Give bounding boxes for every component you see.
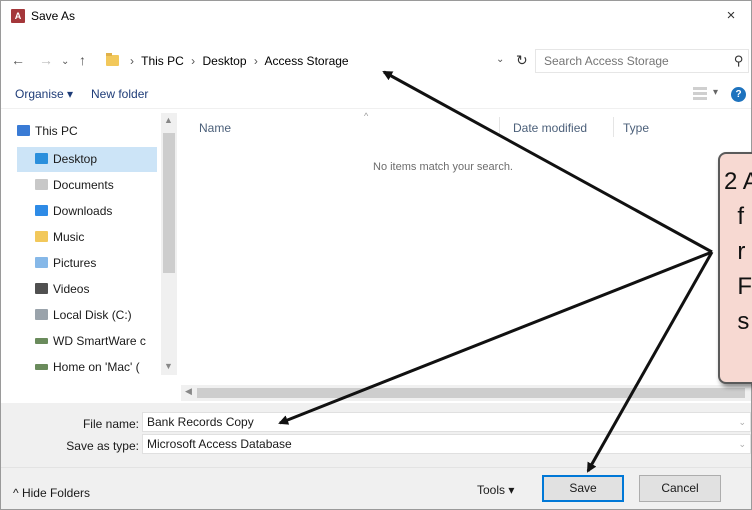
file-name-dropdown-icon[interactable]: ⌄ <box>738 417 746 428</box>
address-bar[interactable]: › This PC › Desktop › Access Storage ⌄ ↻ <box>101 49 529 73</box>
sidebar-item-label: Desktop <box>53 152 98 166</box>
sidebar-item-documents[interactable]: Documents <box>17 173 157 198</box>
search-box[interactable]: ⚲ <box>535 49 749 73</box>
sidebar-item-label: Music <box>53 230 85 244</box>
organise-button[interactable]: Organise ▾ <box>15 87 73 101</box>
sidebar-item-this-pc[interactable]: This PC <box>17 119 157 144</box>
sidebar-item-label: Documents <box>53 178 114 192</box>
close-button[interactable]: × <box>711 1 751 31</box>
column-divider[interactable] <box>613 117 614 137</box>
title-bar: A Save As × <box>1 1 751 31</box>
tools-button[interactable]: Tools ▾ <box>477 477 533 503</box>
scroll-left-icon[interactable]: ◀ <box>185 386 192 397</box>
sidebar-item-local-disk[interactable]: Local Disk (C:) <box>17 303 157 328</box>
sidebar-item-downloads[interactable]: Downloads <box>17 199 157 224</box>
column-header-type[interactable]: Type <box>623 121 649 135</box>
sidebar-item-label: Pictures <box>53 256 97 270</box>
music-icon <box>35 231 48 242</box>
sidebar-item-label: Downloads <box>53 204 113 218</box>
save-as-type-label: Save as type: <box>66 439 139 453</box>
callout-text: 2 A f r F s <box>724 164 752 339</box>
column-header-name[interactable]: Name <box>199 121 231 135</box>
sidebar-item-wd-smartware[interactable]: WD SmartWare c <box>17 329 157 354</box>
forward-arrow-icon[interactable]: → <box>39 51 53 69</box>
file-name-field[interactable]: Bank Records Copy ⌄ <box>142 412 751 432</box>
save-form: File name: Bank Records Copy ⌄ Save as t… <box>1 403 751 509</box>
hide-folders-button[interactable]: ^ Hide Folders <box>13 486 90 500</box>
local-disk-icon <box>35 309 48 320</box>
search-input[interactable] <box>544 53 724 69</box>
file-list: ^ Name Date modified Type No items match… <box>181 111 751 401</box>
sidebar-item-label: Videos <box>53 282 90 296</box>
access-app-icon: A <box>11 9 25 23</box>
sidebar-item-label: This PC <box>35 124 78 138</box>
scroll-down-icon[interactable]: ▼ <box>164 361 173 371</box>
sidebar-item-label: Home on 'Mac' ( <box>53 360 140 374</box>
breadcrumb: › This PC › Desktop › Access Storage <box>126 54 349 68</box>
sidebar-item-label: WD SmartWare c <box>53 334 146 348</box>
file-name-value[interactable]: Bank Records Copy <box>147 415 254 429</box>
save-as-type-value[interactable]: Microsoft Access Database <box>147 437 292 451</box>
breadcrumb-separator: › <box>130 54 134 68</box>
annotation-callout: 2 A f r F s <box>718 152 752 384</box>
view-dropdown-icon[interactable]: ▾ <box>713 87 718 98</box>
help-icon[interactable]: ? <box>731 87 746 102</box>
breadcrumb-desktop[interactable]: Desktop <box>203 54 247 68</box>
empty-list-message: No items match your search. <box>373 161 513 173</box>
breadcrumb-access-storage[interactable]: Access Storage <box>265 54 349 68</box>
back-arrow-icon[interactable]: ← <box>11 51 25 69</box>
address-row: ← → ⌄ ↑ › This PC › Desktop › Access Sto… <box>1 47 751 75</box>
sidebar-item-home-on-mac[interactable]: Home on 'Mac' ( <box>17 355 157 380</box>
pictures-icon <box>35 257 48 268</box>
callout-line: 2 A <box>724 168 752 195</box>
file-list-horizontal-scrollbar[interactable]: ◀ <box>181 385 751 401</box>
sidebar-item-pictures[interactable]: Pictures <box>17 251 157 276</box>
search-icon[interactable]: ⚲ <box>734 53 744 69</box>
sidebar-item-music[interactable]: Music <box>17 225 157 250</box>
command-bar: Organise ▾ New folder ▾ ? <box>1 81 751 109</box>
desktop-icon <box>35 153 48 164</box>
breadcrumb-separator: › <box>253 54 258 68</box>
up-arrow-icon[interactable]: ↑ <box>79 51 86 69</box>
scroll-up-icon[interactable]: ▲ <box>164 115 173 125</box>
callout-line: f <box>724 203 745 230</box>
sort-ascending-icon: ^ <box>364 111 369 121</box>
navigation-pane-scrollbar[interactable]: ▲ ▼ <box>161 113 177 375</box>
column-divider[interactable] <box>499 117 500 137</box>
this-pc-icon <box>17 125 30 136</box>
address-dropdown-icon[interactable]: ⌄ <box>496 54 504 65</box>
save-button[interactable]: Save <box>542 475 624 502</box>
save-as-type-dropdown-icon[interactable]: ⌄ <box>738 439 746 450</box>
scrollbar-thumb[interactable] <box>197 388 745 398</box>
callout-line: s <box>724 308 750 335</box>
cancel-button[interactable]: Cancel <box>639 475 721 502</box>
folder-icon <box>106 53 119 66</box>
file-name-label: File name: <box>82 417 139 431</box>
refresh-icon[interactable]: ↻ <box>516 52 528 69</box>
save-as-type-select[interactable]: Microsoft Access Database ⌄ <box>142 434 751 454</box>
documents-icon <box>35 179 48 190</box>
videos-icon <box>35 283 48 294</box>
network-drive-icon <box>35 338 48 344</box>
footer-divider <box>1 467 751 468</box>
view-options-icon[interactable] <box>693 87 707 101</box>
breadcrumb-separator: › <box>191 54 196 68</box>
scrollbar-thumb[interactable] <box>163 133 175 273</box>
sidebar-item-label: Local Disk (C:) <box>53 308 132 322</box>
column-header-date-modified[interactable]: Date modified <box>513 121 587 135</box>
network-drive-icon <box>35 364 48 370</box>
callout-line: r <box>724 238 746 265</box>
callout-line: F <box>724 273 752 300</box>
sidebar-item-videos[interactable]: Videos <box>17 277 157 302</box>
new-folder-button[interactable]: New folder <box>91 87 148 101</box>
recent-locations-chevron-icon[interactable]: ⌄ <box>61 53 69 71</box>
save-as-dialog: A Save As × ← → ⌄ ↑ › This PC › Desktop … <box>0 0 752 510</box>
sidebar-item-desktop[interactable]: Desktop <box>17 147 157 172</box>
navigation-pane: This PC Desktop Documents Downloads Musi… <box>17 113 177 403</box>
window-title: Save As <box>31 9 76 23</box>
downloads-icon <box>35 205 48 216</box>
breadcrumb-this-pc[interactable]: This PC <box>141 54 184 68</box>
